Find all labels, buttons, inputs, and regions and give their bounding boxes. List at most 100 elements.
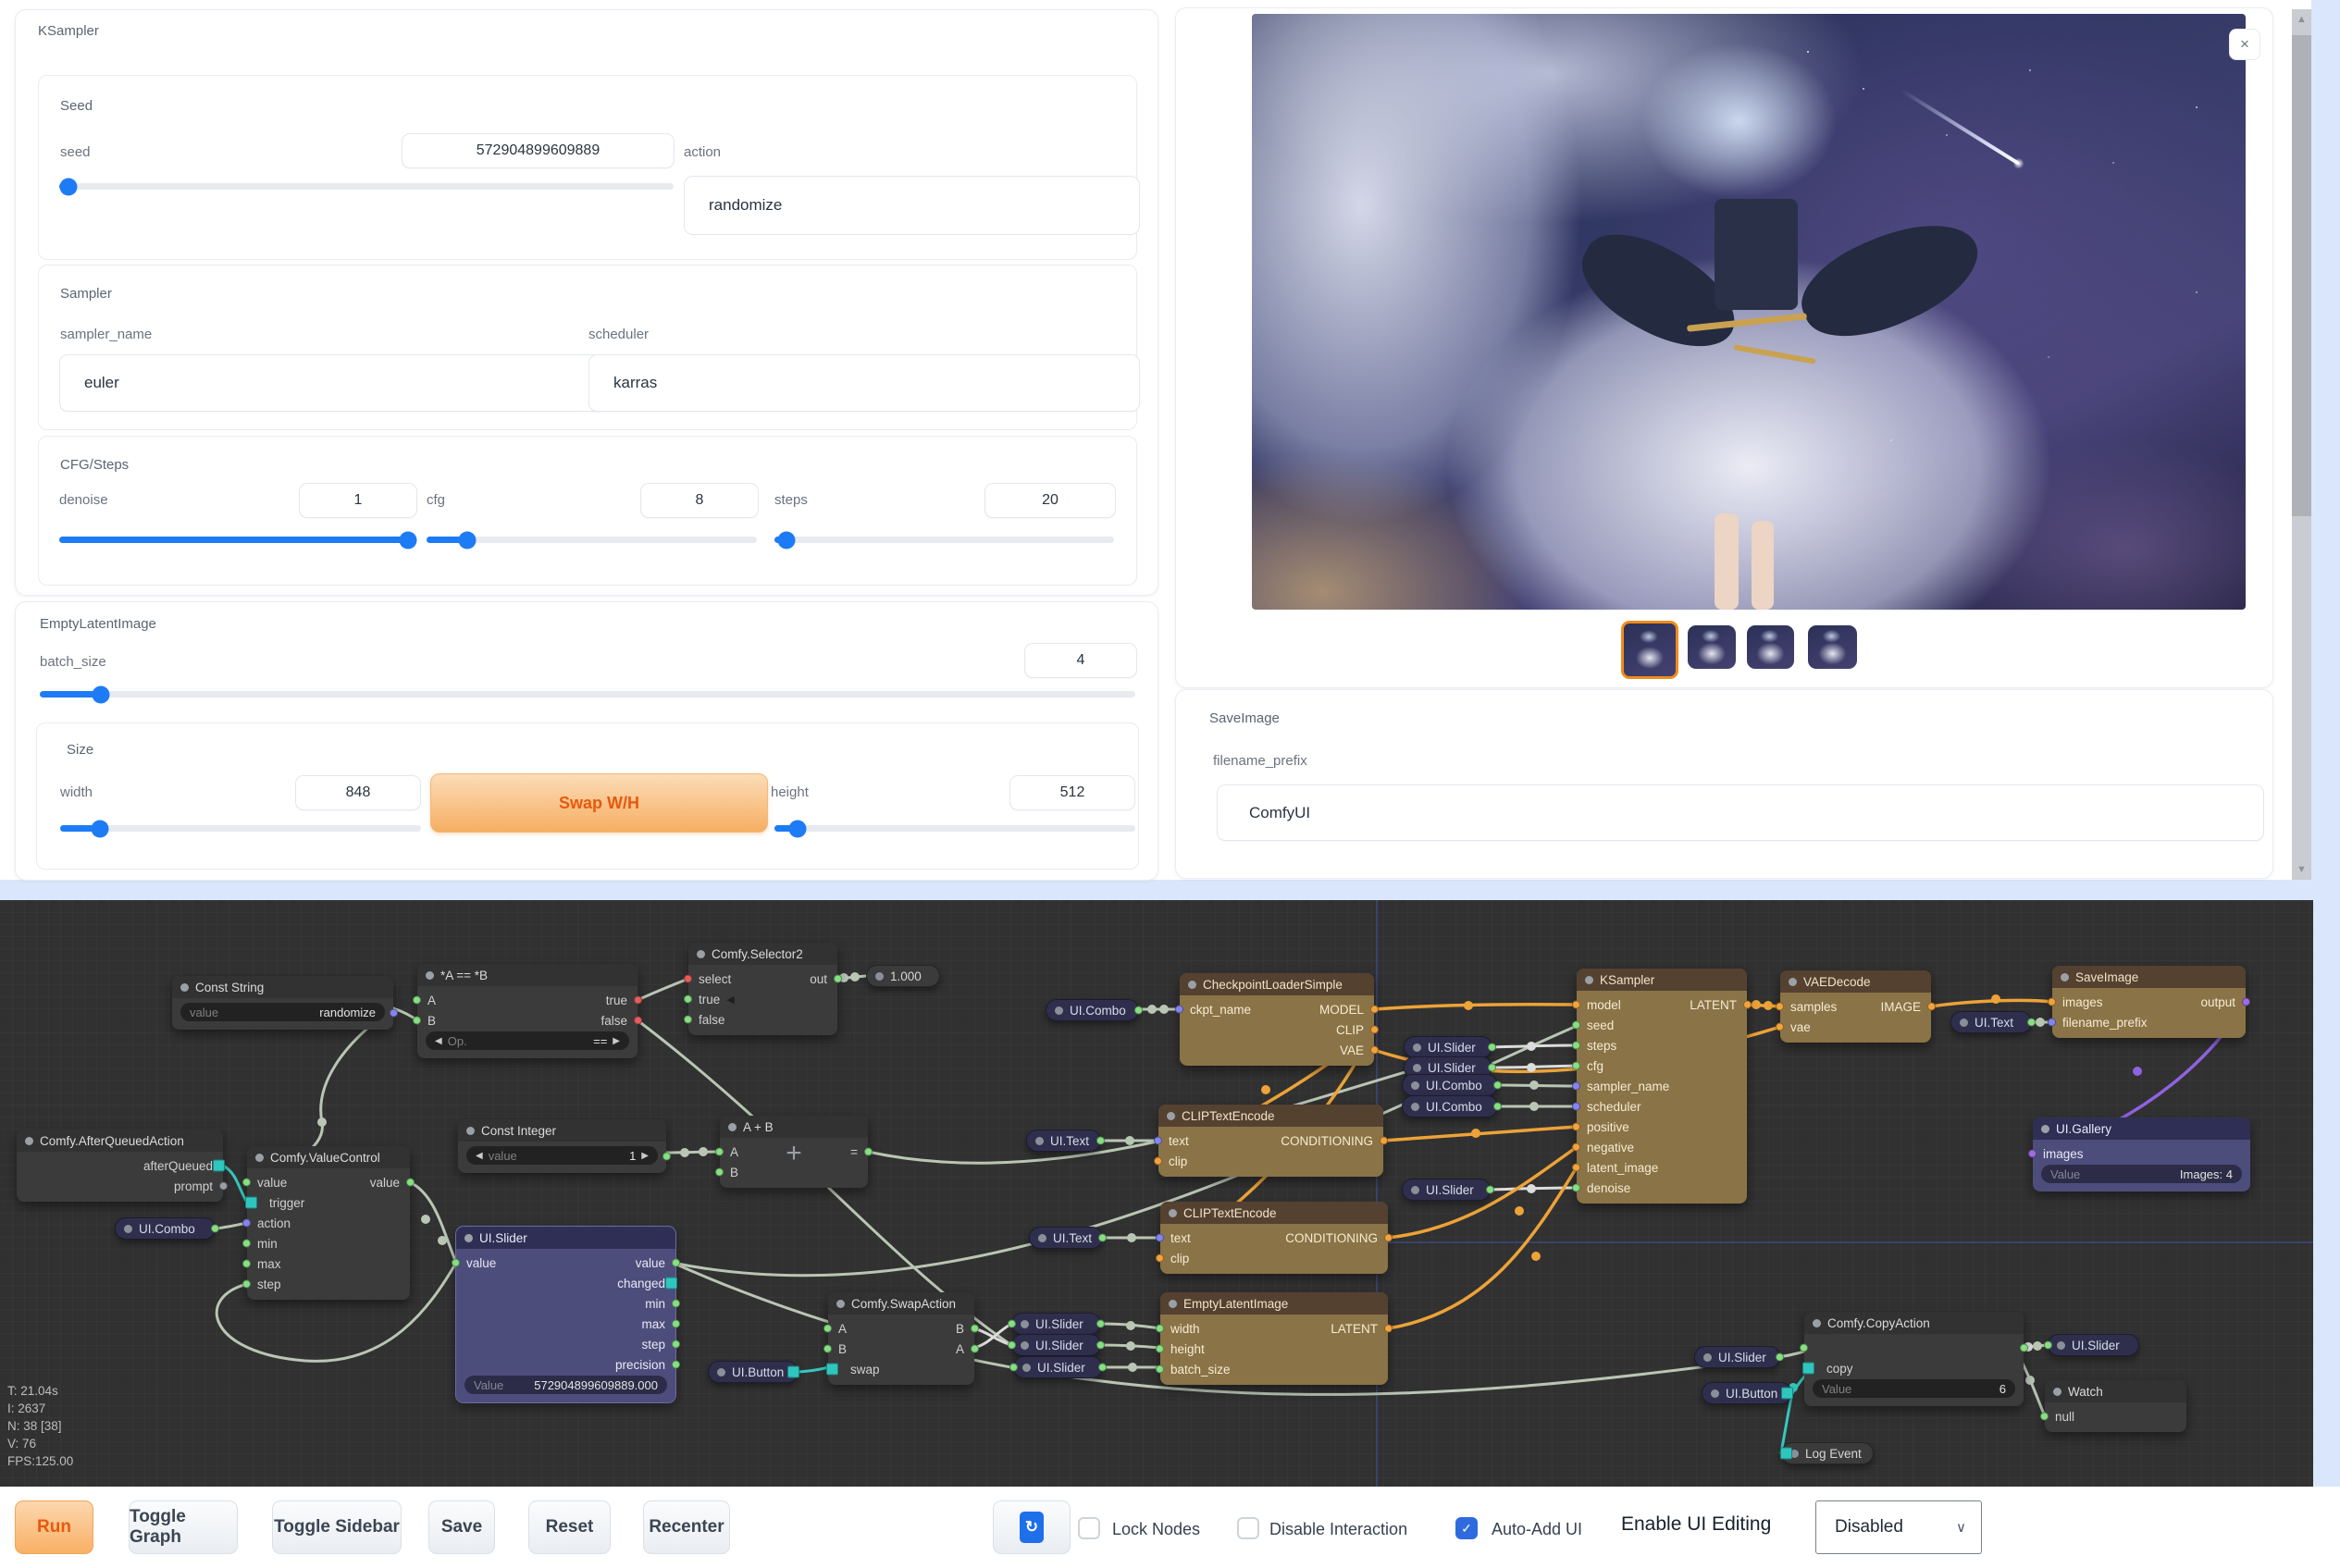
- auto-add-ui-checkbox[interactable]: ✓: [1455, 1517, 1478, 1539]
- node-ui-button-copy[interactable]: UI.Button: [1702, 1382, 1792, 1404]
- node-clip-encode-negative[interactable]: CLIPTextEncodetextCONDITIONINGclip: [1160, 1202, 1388, 1274]
- node-ui-slider-seed[interactable]: UI.Slidervaluevaluechangedminmaxstepprec…: [456, 1227, 675, 1402]
- node-const-integer[interactable]: Const Integer◀value1▶: [458, 1119, 666, 1173]
- size-section: Size width 848 Swap W/H height 512: [36, 722, 1139, 870]
- node-ui-button-swap[interactable]: UI.Button: [708, 1361, 799, 1383]
- pill-label: UI.Combo: [1426, 1100, 1482, 1114]
- cfg-input[interactable]: 8: [640, 483, 759, 518]
- node-watch[interactable]: Watchnull: [2045, 1380, 2186, 1432]
- node-clip-encode-positive[interactable]: CLIPTextEncodetextCONDITIONINGclip: [1158, 1105, 1383, 1177]
- node-swap-action[interactable]: Comfy.SwapActionABBAswap: [828, 1292, 974, 1385]
- ui-editing-dropdown[interactable]: Disabled ∨: [1815, 1500, 1982, 1554]
- toggle-sidebar-button[interactable]: Toggle Sidebar: [272, 1500, 402, 1554]
- node-ui-slider-width[interactable]: UI.Slider: [1011, 1313, 1101, 1335]
- scheduler-input[interactable]: karras: [588, 354, 1140, 412]
- node-after-queued-action[interactable]: Comfy.AfterQueuedActionafterQueuedprompt: [17, 1130, 223, 1202]
- graph-stats: T: 21.04s I: 2637 N: 38 [38] V: 76 FPS:1…: [7, 1382, 73, 1470]
- reset-button[interactable]: Reset: [528, 1500, 611, 1554]
- node-ksampler-node[interactable]: KSamplermodelLATENTseedstepscfgsampler_n…: [1577, 969, 1747, 1204]
- gallery-thumbnail-4[interactable]: [1808, 625, 1857, 669]
- node-checkpoint-loader[interactable]: CheckpointLoaderSimpleckpt_nameMODELCLIP…: [1180, 973, 1374, 1066]
- scrollbar-thumb[interactable]: [2292, 35, 2311, 516]
- node-icon: [180, 983, 189, 992]
- node-selector2[interactable]: Comfy.Selector2selectouttrue◀false: [688, 943, 837, 1035]
- scroll-down-icon[interactable]: ▼: [2292, 859, 2311, 880]
- recenter-button[interactable]: Recenter: [643, 1500, 730, 1554]
- close-icon[interactable]: ×: [2229, 29, 2260, 60]
- node-graph-canvas[interactable]: Const Stringvaluerandomize *A == *BAtrueB…: [0, 900, 2313, 1487]
- seed-slider[interactable]: [59, 183, 674, 190]
- pill-label: UI.Slider: [1037, 1361, 1085, 1375]
- node-value-1000[interactable]: 1.000: [866, 965, 940, 987]
- node-ui-slider-copy-in[interactable]: UI.Slider: [1694, 1346, 1780, 1368]
- node-icon: [697, 950, 705, 958]
- node-compare-a-b[interactable]: *A == *BAtrueBfalse◀Op.==▶: [417, 964, 638, 1058]
- scroll-up-icon[interactable]: ▲: [2292, 9, 2311, 30]
- comet: [1900, 89, 2019, 166]
- node-ui-text-filename[interactable]: UI.Text: [1950, 1011, 2032, 1033]
- width-input[interactable]: 848: [295, 775, 421, 810]
- pill-label: UI.Slider: [1428, 1061, 1476, 1075]
- chevron-down-icon: ∨: [1956, 1519, 1966, 1536]
- cfg-slider[interactable]: [427, 537, 757, 543]
- gallery-thumbnail-1-selected[interactable]: [1621, 621, 1678, 679]
- batch-size-input[interactable]: 4: [1024, 643, 1137, 678]
- plus-icon: +: [786, 1138, 802, 1169]
- steps-slider[interactable]: [774, 537, 1114, 543]
- node-ui-combo-sampler[interactable]: UI.Combo: [1402, 1074, 1498, 1096]
- node-add-a-b[interactable]: A + BA=B+: [720, 1116, 868, 1188]
- node-empty-latent[interactable]: EmptyLatentImagewidthLATENTheightbatch_s…: [1160, 1292, 1388, 1385]
- node-ui-combo-ckpt[interactable]: UI.Combo: [1046, 999, 1139, 1021]
- node-icon: [2061, 973, 2069, 982]
- node-value-control[interactable]: Comfy.ValueControlvaluevaluetriggeractio…: [247, 1146, 410, 1300]
- randomize-button[interactable]: randomize: [684, 176, 1140, 235]
- pill-label: 1.000: [890, 969, 922, 983]
- sampler-name-input[interactable]: euler: [59, 354, 605, 412]
- node-ui-combo-action[interactable]: UI.Combo: [115, 1217, 216, 1240]
- height-slider[interactable]: [774, 825, 1135, 832]
- node-ui-slider-batch[interactable]: UI.Slider: [1013, 1356, 1103, 1378]
- node-ui-slider-height[interactable]: UI.Slider: [1011, 1334, 1101, 1356]
- node-title: Comfy.AfterQueuedAction: [40, 1134, 184, 1148]
- vertical-scrollbar[interactable]: ▲ ▼: [2292, 9, 2311, 880]
- seed-input[interactable]: 572904899609889: [402, 133, 675, 168]
- pill-label: UI.Slider: [1428, 1041, 1476, 1055]
- node-log-event[interactable]: Log Event: [1781, 1442, 1874, 1464]
- sampler-name-label: sampler_name: [60, 327, 152, 342]
- refresh-button[interactable]: ↻: [993, 1500, 1071, 1554]
- batch-size-slider[interactable]: [40, 691, 1135, 698]
- node-title: CheckpointLoaderSimple: [1203, 978, 1343, 992]
- run-button[interactable]: Run: [15, 1500, 93, 1554]
- node-ui-slider-denoise[interactable]: UI.Slider: [1402, 1179, 1491, 1201]
- denoise-slider[interactable]: [59, 537, 415, 543]
- gallery-thumbnail-3[interactable]: [1747, 625, 1794, 669]
- node-ui-combo-scheduler[interactable]: UI.Combo: [1402, 1095, 1498, 1117]
- node-ui-text-positive[interactable]: UI.Text: [1026, 1130, 1101, 1152]
- node-vae-decode[interactable]: VAEDecodesamplesIMAGEvae: [1780, 970, 1931, 1043]
- steps-input[interactable]: 20: [984, 483, 1116, 518]
- node-copy-action[interactable]: Comfy.CopyActioncopyValue6: [1804, 1312, 2024, 1406]
- lock-nodes-checkbox[interactable]: [1078, 1517, 1100, 1539]
- pill-label: UI.Button: [732, 1365, 784, 1379]
- node-title: SaveImage: [2075, 970, 2138, 984]
- swap-wh-button[interactable]: Swap W/H: [430, 773, 768, 833]
- pill-label: UI.Slider: [1426, 1183, 1474, 1197]
- gallery-thumbnail-2[interactable]: [1688, 625, 1736, 669]
- node-ui-gallery[interactable]: UI.GalleryimagesValueImages: 4: [2033, 1117, 2250, 1191]
- cfg-steps-title: CFG/Steps: [60, 457, 129, 473]
- denoise-input[interactable]: 1: [299, 483, 417, 518]
- pill-label: UI.Combo: [1070, 1004, 1126, 1018]
- width-slider[interactable]: [60, 825, 421, 832]
- node-title: UI.Gallery: [2056, 1122, 2111, 1136]
- save-button[interactable]: Save: [428, 1500, 495, 1554]
- toggle-graph-button[interactable]: Toggle Graph: [129, 1500, 238, 1554]
- node-save-image-node[interactable]: SaveImageimagesoutputfilename_prefix: [2052, 966, 2246, 1038]
- disable-interaction-checkbox[interactable]: [1237, 1517, 1259, 1539]
- node-const-string[interactable]: Const Stringvaluerandomize: [172, 976, 393, 1030]
- filename-prefix-input[interactable]: ComfyUI: [1217, 784, 2264, 841]
- node-ui-slider-copy-out[interactable]: UI.Slider: [2048, 1334, 2139, 1356]
- height-input[interactable]: 512: [1009, 775, 1135, 810]
- node-ui-text-negative[interactable]: UI.Text: [1029, 1227, 1103, 1249]
- scheduler-label: scheduler: [588, 327, 649, 342]
- node-ui-slider-steps[interactable]: UI.Slider: [1404, 1036, 1492, 1058]
